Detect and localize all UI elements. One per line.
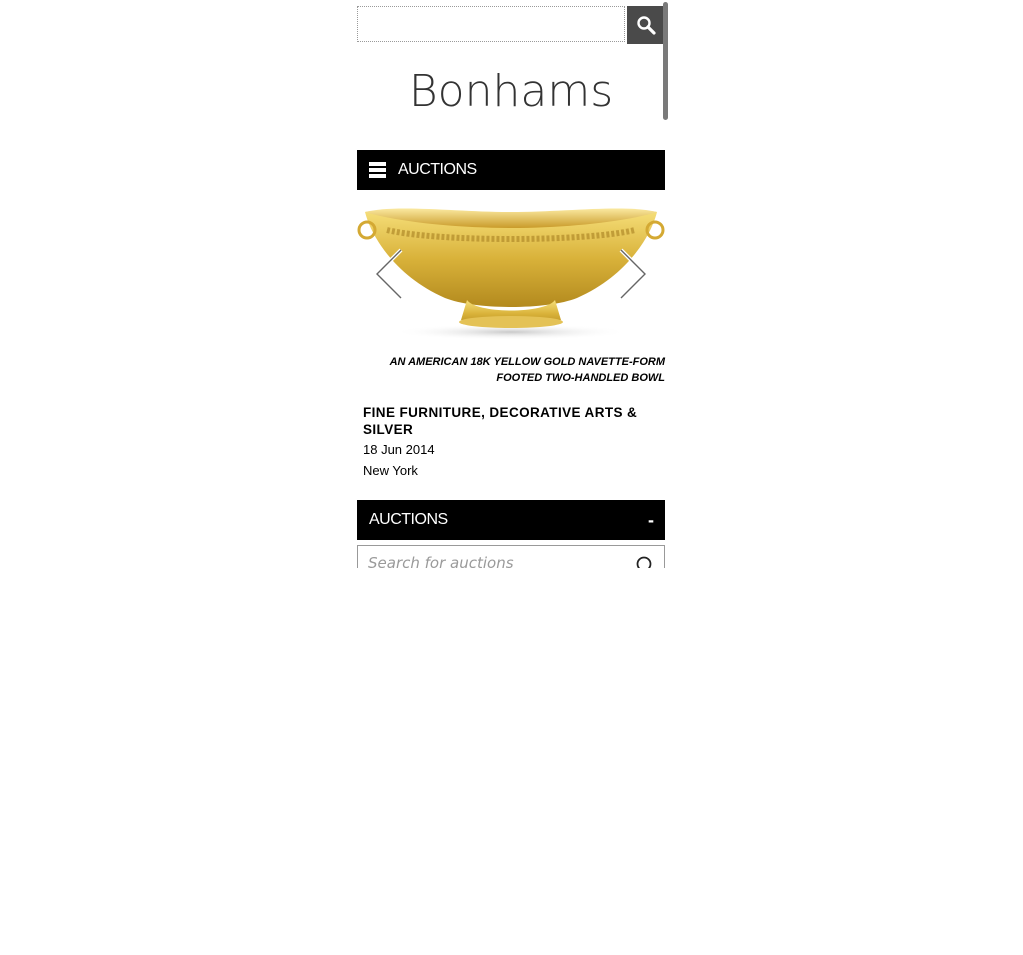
chevron-right-icon[interactable] [619, 248, 649, 300]
site-search-input[interactable] [357, 6, 625, 42]
main-menu-label: AUCTIONS [398, 161, 477, 178]
lot-caption-line1: AN AMERICAN 18K YELLOW GOLD NAVETTE-FORM [389, 356, 665, 368]
site-search-button[interactable] [627, 6, 665, 44]
auctions-section-header[interactable]: AUCTIONS - [357, 500, 665, 540]
mobile-page: Bonhams AUCTIONS AN AMERICAN 18K YELLOW … [357, 0, 669, 568]
search-icon [637, 16, 656, 35]
auction-title[interactable]: FINE FURNITURE, DECORATIVE ARTS & SILVER [363, 404, 659, 438]
bonhams-logo[interactable]: Bonhams [357, 66, 665, 117]
magnifier-icon[interactable] [636, 556, 656, 568]
collapse-toggle-icon[interactable]: - [648, 511, 654, 529]
auction-search-box [357, 545, 665, 568]
auction-date: 18 Jun 2014 [363, 442, 435, 457]
chevron-left-icon[interactable] [373, 248, 403, 300]
lot-caption[interactable]: AN AMERICAN 18K YELLOW GOLD NAVETTE-FORM… [357, 354, 665, 386]
auctions-section-label: AUCTIONS [369, 511, 448, 528]
lot-caption-line2: FOOTED TWO-HANDLED BOWL [496, 372, 665, 384]
main-menu-button[interactable]: AUCTIONS [357, 150, 665, 190]
featured-carousel [357, 196, 665, 346]
auction-location: New York [363, 463, 418, 478]
auction-search-input[interactable] [368, 554, 618, 568]
auction-info: FINE FURNITURE, DECORATIVE ARTS & SILVER… [363, 404, 659, 482]
hamburger-icon [369, 162, 386, 178]
